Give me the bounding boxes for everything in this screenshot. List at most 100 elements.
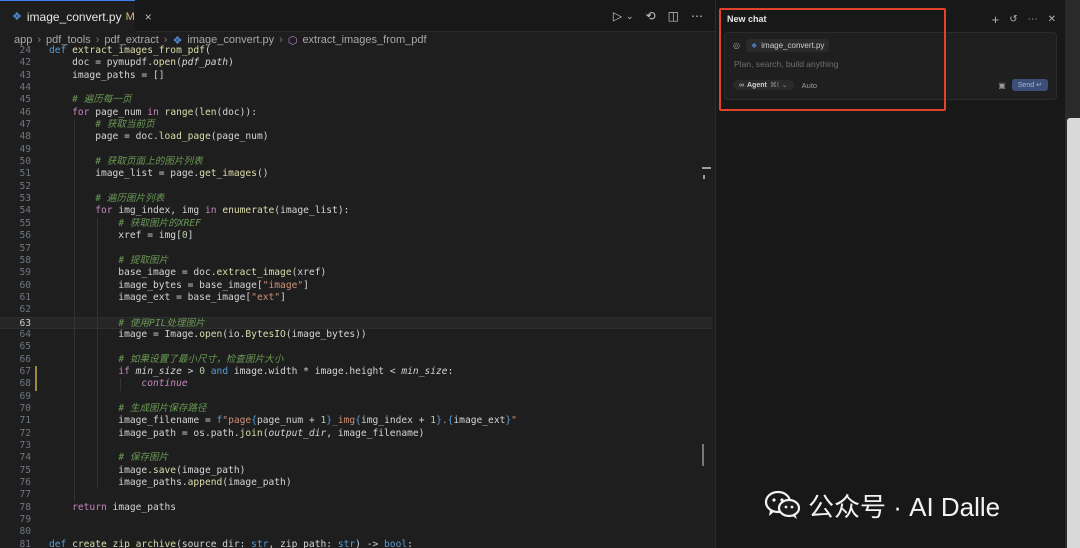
line-number: 78 — [19, 501, 31, 513]
new-chat-icon[interactable]: + — [992, 12, 1000, 27]
code-text: # 提取图片 — [118, 254, 169, 266]
code-text: image_path = os.path.join(output_dir, im… — [49, 427, 425, 439]
send-button[interactable]: Send ↵ — [1011, 79, 1048, 91]
code-line[interactable]: 68 continue — [0, 378, 712, 391]
agent-mode-button[interactable]: ∞ Agent ⌘I ⌄ — [733, 80, 794, 90]
close-icon[interactable]: ✕ — [1048, 14, 1056, 25]
agent-shortcut: ⌘I — [769, 82, 779, 89]
run-icon[interactable]: ▷ — [613, 9, 622, 23]
line-number: 55 — [19, 217, 31, 229]
code-line[interactable]: 69 — [0, 390, 712, 403]
line-number: 42 — [19, 57, 31, 69]
code-line[interactable]: 70 # 生成图片保存路径 — [0, 402, 712, 416]
code-line[interactable]: 65 — [0, 341, 712, 354]
code-text: image = Image.open(io.BytesIO(image_byte… — [49, 328, 367, 340]
line-number: 59 — [19, 267, 31, 279]
context-row: ◎ ❖ image_convert.py — [733, 39, 830, 52]
tab-image-convert[interactable]: ❖ image_convert.py M × — [0, 0, 152, 32]
line-number: 68 — [19, 378, 31, 390]
more-icon[interactable]: ⋯ — [1028, 14, 1038, 25]
code-line[interactable]: 72 image_path = os.path.join(output_dir,… — [0, 427, 712, 440]
code-line[interactable]: 48 page = doc.load_page(page_num) — [0, 131, 712, 144]
code-text: # 获取当前页 — [95, 119, 155, 131]
code-line[interactable]: 52 — [0, 180, 712, 194]
image-icon[interactable]: ▣ — [998, 81, 1006, 90]
editor-pane: ❖ image_convert.py M × ▷ ⌄ ⟲ ◫ ⋯ app › p… — [0, 0, 715, 548]
code-line[interactable]: 42 doc = pymupdf.open(pdf_path) — [0, 57, 712, 69]
code-line[interactable]: 77 — [0, 489, 712, 502]
line-number: 70 — [19, 402, 31, 414]
chevron-down-icon[interactable]: ⌄ — [626, 11, 634, 22]
code-line[interactable]: 80 — [0, 526, 712, 538]
line-number: 81 — [19, 538, 31, 548]
code-line[interactable]: 67 if min_size > 0 and image.width * ima… — [0, 365, 712, 379]
code-line[interactable]: 63 # 使用PIL处理图片 — [0, 316, 712, 330]
line-number: 76 — [19, 477, 31, 489]
background-window-edge — [1065, 0, 1080, 548]
mention-icon[interactable]: ◎ — [733, 41, 740, 50]
line-number: 49 — [19, 143, 31, 155]
line-number: 60 — [19, 279, 31, 291]
code-line[interactable]: 55 # 获取图片的XREF — [0, 217, 712, 231]
code-line[interactable]: 59 base_image = doc.extract_image(xref) — [0, 267, 712, 280]
indent-guide — [74, 390, 76, 403]
code-line[interactable]: 56 xref = img[0] — [0, 230, 712, 243]
code-line[interactable]: 54 for img_index, img in enumerate(image… — [0, 205, 712, 218]
indent-guide — [74, 440, 76, 453]
code-line[interactable]: 76 image_paths.append(image_path) — [0, 477, 712, 490]
code-line[interactable]: 71 image_filename = f"page{page_num + 1}… — [0, 415, 712, 428]
code-line[interactable]: 43 image_paths = [] — [0, 70, 712, 82]
more-icon[interactable]: ⋯ — [691, 9, 703, 23]
code-line[interactable]: 62 — [0, 304, 712, 317]
code-line[interactable]: 57 — [0, 242, 712, 255]
code-line[interactable]: 47 # 获取当前页 — [0, 119, 712, 132]
history-icon[interactable]: ↺ — [1009, 14, 1017, 25]
code-line[interactable]: 53 # 遍历图片列表 — [0, 193, 712, 206]
code-line[interactable]: 50 # 获取页面上的图片列表 — [0, 156, 712, 169]
code-line[interactable]: 46 for page_num in range(len(doc)): — [0, 107, 712, 119]
chat-title: New chat — [727, 14, 767, 24]
code-line[interactable]: 49 — [0, 143, 712, 157]
infinity-icon: ∞ — [739, 81, 744, 89]
line-number: 69 — [19, 390, 31, 402]
code-line[interactable]: 75 image.save(image_path) — [0, 464, 712, 478]
indent-guide — [97, 440, 99, 453]
chat-input[interactable] — [734, 57, 1034, 71]
close-icon[interactable]: × — [145, 10, 152, 24]
code-line[interactable]: 66 # 如果设置了最小尺寸，检查图片大小 — [0, 353, 712, 366]
scroll-marker — [703, 175, 705, 179]
code-text: # 获取页面上的图片列表 — [95, 156, 203, 168]
code-line[interactable]: 73 — [0, 440, 712, 453]
model-selector[interactable]: Auto — [802, 81, 817, 90]
code-line[interactable]: 81 def create_zip_archive(source_dir: str… — [0, 539, 712, 548]
code-line[interactable]: 51 image_list = page.get_images() — [0, 168, 712, 181]
code-line[interactable]: 79 — [0, 514, 712, 526]
code-line[interactable]: 58 # 提取图片 — [0, 254, 712, 268]
line-number: 80 — [19, 526, 31, 538]
code-text: xref = img[0] — [49, 230, 194, 242]
watermark-text: 公众号 · AI Dalle — [808, 491, 1001, 522]
code-text: continue — [141, 378, 188, 390]
indent-guide — [74, 304, 76, 317]
split-editor-icon[interactable]: ◫ — [668, 9, 679, 23]
code-line[interactable]: 45 # 遍历每一页 — [0, 94, 712, 106]
code-line[interactable]: 44 — [0, 82, 712, 94]
line-number: 66 — [19, 353, 31, 365]
line-number: 53 — [19, 193, 31, 205]
code-editor[interactable]: 24 def extract_images_from_pdf(42 doc = p… — [0, 45, 712, 548]
line-number: 74 — [19, 452, 31, 464]
chevron-down-icon: ⌄ — [781, 82, 788, 89]
indent-guide — [97, 341, 99, 354]
code-line[interactable]: 61 image_ext = base_image["ext"] — [0, 291, 712, 305]
tab-label: image_convert.py — [26, 9, 122, 24]
code-line[interactable]: 78 return image_paths — [0, 502, 712, 514]
code-line[interactable]: 74 # 保存图片 — [0, 452, 712, 465]
context-file-chip[interactable]: ❖ image_convert.py — [745, 39, 830, 52]
code-line[interactable]: 64 image = Image.open(io.BytesIO(image_b… — [0, 328, 712, 342]
code-line[interactable]: 60 image_bytes = base_image["image"] — [0, 279, 712, 292]
diff-icon[interactable]: ⟲ — [646, 9, 656, 23]
code-line[interactable]: 24 def extract_images_from_pdf( — [0, 45, 712, 57]
code-text: image_list = page.get_images() — [49, 168, 269, 180]
code-text: def create_zip_archive(source_dir: str, … — [49, 538, 413, 548]
code-text: image_paths = [] — [49, 69, 165, 81]
